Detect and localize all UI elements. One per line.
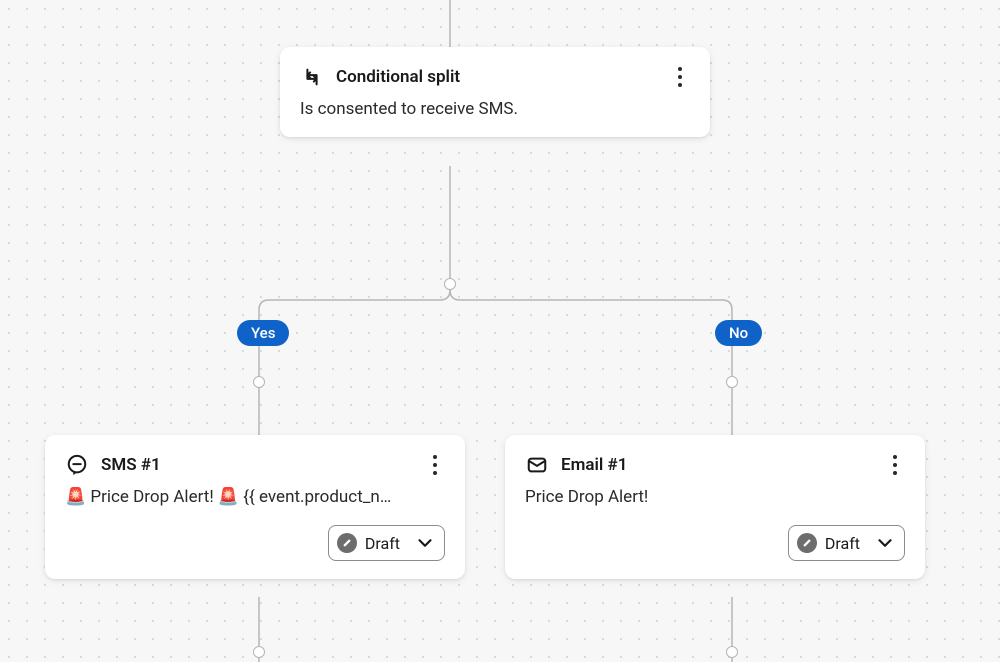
card-description: Price Drop Alert! [525,487,905,507]
card-description: Is consented to receive SMS. [300,99,690,119]
chevron-down-icon [874,532,896,554]
chevron-down-icon [414,532,436,554]
branch-pill-no: No [715,320,762,346]
flow-node-dot [253,376,265,388]
flow-node-dot [726,646,738,658]
status-select[interactable]: Draft [328,525,445,561]
status-label: Draft [825,534,860,553]
card-description: 🚨 Price Drop Alert! 🚨 {{ event.product_n… [65,487,445,507]
flow-node-dot [444,278,456,290]
flow-node-dot [253,646,265,658]
card-menu-button[interactable] [425,453,445,477]
sms-step-card[interactable]: SMS #1 🚨 Price Drop Alert! 🚨 {{ event.pr… [45,435,465,579]
email-icon [525,453,549,477]
draft-status-icon [337,533,357,553]
flow-node-dot [726,376,738,388]
email-step-card[interactable]: Email #1 Price Drop Alert! Draft [505,435,925,579]
card-menu-button[interactable] [885,453,905,477]
draft-status-icon [797,533,817,553]
status-select[interactable]: Draft [788,525,905,561]
branch-pill-yes: Yes [237,320,289,346]
status-label: Draft [365,534,400,553]
sms-icon [65,453,89,477]
card-title: SMS #1 [101,455,413,475]
split-arrows-icon [300,65,324,89]
conditional-split-card[interactable]: Conditional split Is consented to receiv… [280,47,710,137]
card-title: Conditional split [336,67,658,87]
card-menu-button[interactable] [670,65,690,89]
card-title: Email #1 [561,455,873,475]
